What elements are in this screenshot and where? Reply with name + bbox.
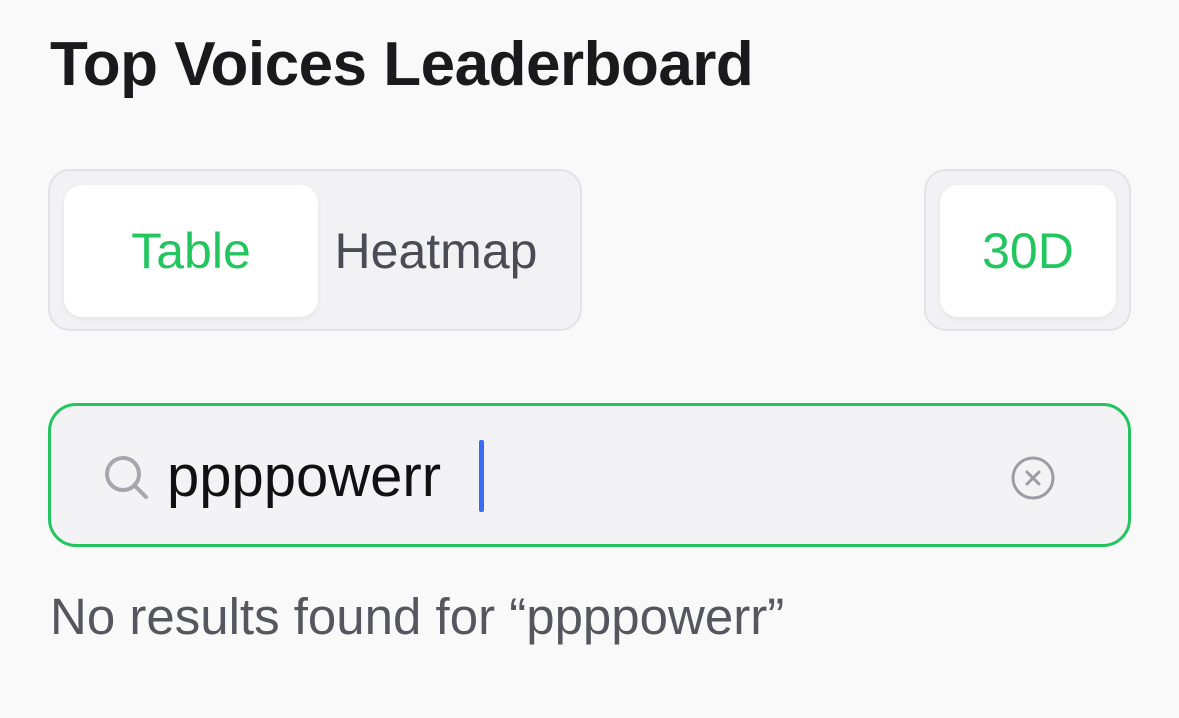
range-switch: 30D: [924, 169, 1131, 331]
view-switch: Table Heatmap: [48, 169, 582, 331]
text-caret: [479, 440, 484, 512]
no-results-message: No results found for “ppppowerr”: [50, 588, 785, 645]
search-box[interactable]: [48, 403, 1131, 547]
search-input[interactable]: [167, 428, 947, 524]
range-30d-button[interactable]: 30D: [940, 185, 1116, 317]
page-title: Top Voices Leaderboard: [50, 30, 754, 99]
clear-circle-icon[interactable]: [1009, 454, 1057, 502]
search-icon: [105, 456, 148, 499]
tab-heatmap[interactable]: Heatmap: [318, 185, 554, 317]
tab-table[interactable]: Table: [64, 185, 318, 317]
